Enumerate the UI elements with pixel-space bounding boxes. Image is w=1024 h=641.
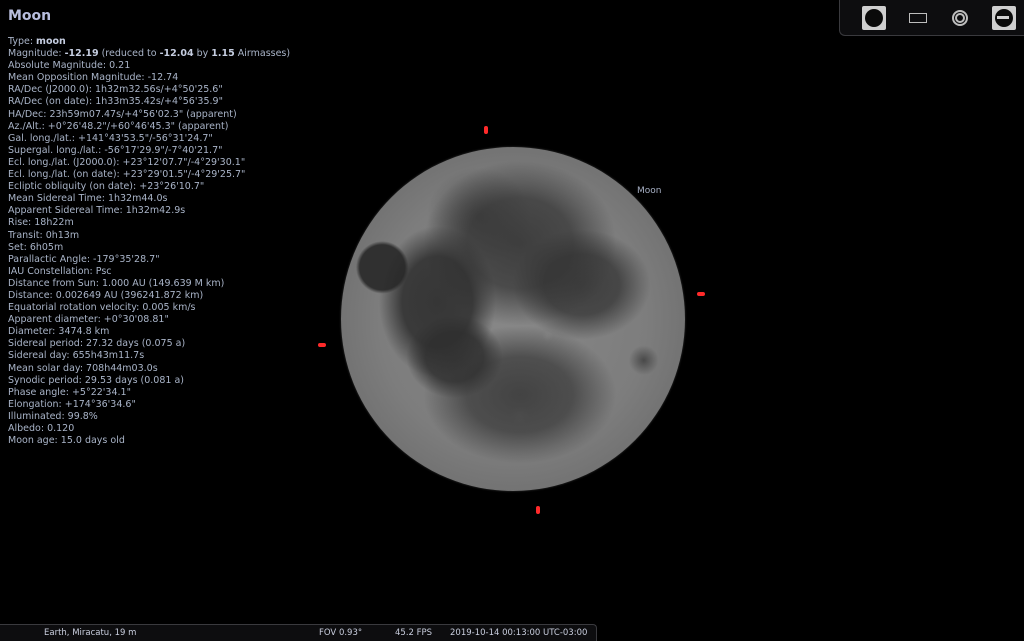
telrad-ring-glyph xyxy=(952,10,968,26)
info-mag-label: Magnitude: xyxy=(8,48,65,60)
info-mag-reduced-value: -12.04 xyxy=(159,48,194,60)
info-line: Ecliptic obliquity (on date): +23°26'10.… xyxy=(8,181,205,193)
telescope-glyph xyxy=(995,9,1013,27)
status-bar: Earth, Miracatu, 19 m FOV 0.93° 45.2 FPS… xyxy=(0,624,597,641)
info-line: Apparent Sidereal Time: 1h32m42.9s xyxy=(8,205,186,217)
info-line: Mean Opposition Magnitude: -12.74 xyxy=(8,72,179,84)
selection-pointer-right xyxy=(697,292,705,296)
info-mag-value: -12.19 xyxy=(64,48,99,60)
info-line: Elongation: +174°36'34.6" xyxy=(8,398,136,410)
status-fps: 45.2 FPS xyxy=(395,628,433,638)
status-location[interactable]: Earth, Miracatu, 19 m xyxy=(44,628,136,638)
info-type-line: Type: moon xyxy=(8,36,290,48)
info-line: Distance from Sun: 1.000 AU (149.639 M k… xyxy=(8,277,225,289)
info-line: Illuminated: 99.8% xyxy=(8,410,98,422)
info-line: Transit: 0h13m xyxy=(8,229,80,241)
info-line: Parallactic Angle: -179°35'28.7" xyxy=(8,253,160,265)
object-title: Moon xyxy=(8,8,52,24)
object-info-panel: Moon Type: moon Magnitude: -12.19 (reduc… xyxy=(8,8,290,447)
info-line: Equatorial rotation velocity: 0.005 km/s xyxy=(8,302,196,314)
selection-pointer-bottom xyxy=(536,506,540,514)
info-line: Mean solar day: 708h44m03.0s xyxy=(8,362,158,374)
moon-disc-icon[interactable] xyxy=(862,6,886,30)
info-line: Diameter: 3474.8 km xyxy=(8,326,110,338)
status-datetime[interactable]: 2019-10-14 00:13:00 UTC-03:00 xyxy=(450,628,587,638)
status-fov: FOV 0.93° xyxy=(319,628,363,638)
info-line: Mean Sidereal Time: 1h32m44.0s xyxy=(8,193,168,205)
info-line: Synodic period: 29.53 days (0.081 a) xyxy=(8,374,184,386)
info-line: Ecl. long./lat. (J2000.0): +23°12'07.7"/… xyxy=(8,156,246,168)
info-line: Sidereal period: 27.32 days (0.075 a) xyxy=(8,338,186,350)
info-line: Ecl. long./lat. (on date): +23°29'01.5"/… xyxy=(8,169,246,181)
ocular-rect-icon[interactable] xyxy=(906,6,930,30)
info-type-value: moon xyxy=(36,36,66,47)
info-line: RA/Dec (on date): 1h33m35.42s/+4°56'35.9… xyxy=(8,96,223,108)
info-line: Gal. long./lat.: +141°43'53.5"/-56°31'24… xyxy=(8,132,213,144)
oculars-toolbar xyxy=(839,0,1024,36)
info-line: Apparent diameter: +0°30'08.81" xyxy=(8,314,169,326)
info-line: Sidereal day: 655h43m11.7s xyxy=(8,350,145,362)
moon-label: Moon xyxy=(637,186,662,196)
info-line: Albedo: 0.120 xyxy=(8,423,75,434)
info-line: IAU Constellation: Psc xyxy=(8,265,112,277)
info-lines: Absolute Magnitude: 0.21 Mean Opposition … xyxy=(8,60,290,447)
info-line: Phase angle: +5°22'34.1" xyxy=(8,386,131,398)
info-line: Supergal. long./lat.: -56°17'29.9"/-7°40… xyxy=(8,144,223,156)
selection-pointer-top xyxy=(484,126,488,134)
info-line: HA/Dec: 23h59m07.47s/+4°56'02.3" (appare… xyxy=(8,108,237,120)
info-airmass-value: 1.15 xyxy=(211,48,235,60)
selection-pointer-left xyxy=(318,343,326,347)
info-line: Distance: 0.002649 AU (396241.872 km) xyxy=(8,289,204,301)
ocular-rect-glyph xyxy=(909,13,927,23)
info-line: Moon age: 15.0 days old xyxy=(8,435,125,447)
info-line: RA/Dec (J2000.0): 1h32m32.56s/+4°50'25.6… xyxy=(8,84,223,96)
telescope-icon[interactable] xyxy=(992,6,1016,30)
info-line: Set: 6h05m xyxy=(8,241,64,253)
info-type-label: Type: xyxy=(8,36,37,47)
info-mag-by: by xyxy=(193,48,212,60)
telrad-icon[interactable] xyxy=(948,6,972,30)
info-line: Az./Alt.: +0°26'48.2"/+60°46'45.3" (appa… xyxy=(8,120,229,132)
moon-disc-glyph xyxy=(865,9,883,27)
info-airmass-suffix: Airmasses) xyxy=(234,48,291,60)
info-line: Absolute Magnitude: 0.21 xyxy=(8,60,131,72)
moon-disc[interactable] xyxy=(341,147,685,491)
info-magnitude-line: Magnitude: -12.19 (reduced to -12.04 by … xyxy=(8,48,290,60)
info-line: Rise: 18h22m xyxy=(8,217,74,229)
telrad-inner-ring-glyph xyxy=(955,13,965,23)
info-mag-reduced-label: (reduced to xyxy=(98,48,160,60)
